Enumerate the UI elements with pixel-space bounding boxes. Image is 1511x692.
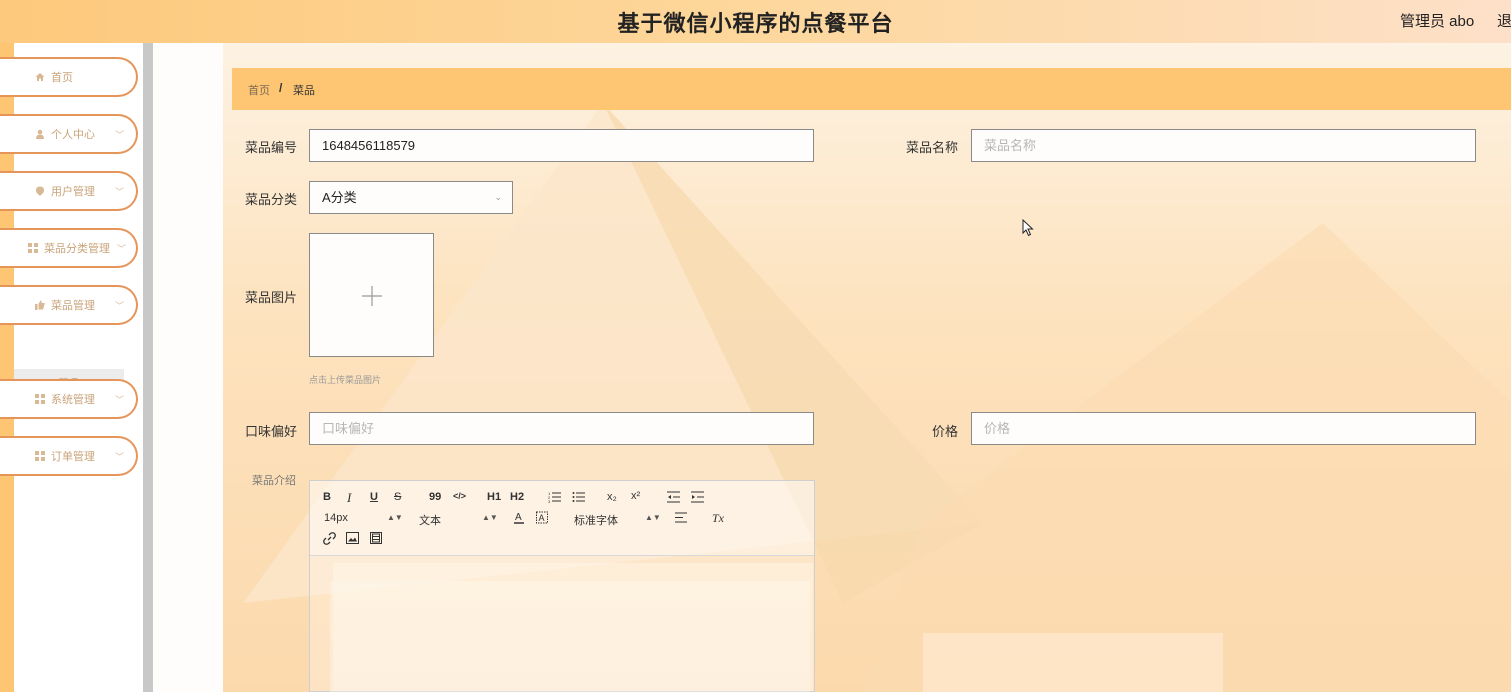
h2-button[interactable]: H2 — [510, 491, 524, 503]
dish-category-select[interactable]: A分类 ⌄ — [309, 181, 513, 214]
chevron-down-icon: ﹀ — [114, 187, 124, 197]
intro-label: 菜品介绍 — [252, 475, 296, 487]
svg-text:A: A — [539, 513, 545, 523]
dish-name-label: 菜品名称 — [906, 140, 959, 155]
price-input[interactable] — [971, 412, 1476, 445]
svg-text:3: 3 — [548, 499, 551, 503]
dish-name-input[interactable] — [971, 129, 1476, 162]
chevron-down-icon: ﹀ — [114, 452, 124, 462]
clear-format-button[interactable]: Tx — [712, 511, 724, 526]
link-icon[interactable] — [323, 532, 336, 545]
sidebar-item-label: 订单管理 — [51, 451, 95, 463]
admin-user-label[interactable]: 管理员 abo — [1400, 10, 1474, 31]
breadcrumb-separator: / — [279, 81, 283, 95]
h1-button[interactable]: H1 — [487, 491, 501, 503]
grid-icon — [35, 394, 45, 404]
italic-button[interactable]: I — [347, 490, 351, 506]
chevron-updown-icon: ▲▼ — [482, 513, 498, 522]
dish-category-value: A分类 — [322, 190, 357, 205]
home-icon — [35, 72, 45, 82]
sidebar-item-personal-center[interactable]: 个人中心 ﹀ — [0, 114, 138, 154]
breadcrumb-home-link[interactable]: 首页 — [248, 82, 270, 98]
blockquote-button[interactable]: 99 — [429, 491, 441, 503]
video-icon[interactable] — [370, 532, 382, 544]
sidebar-scrollbar[interactable] — [143, 43, 153, 692]
plus-icon — [362, 286, 382, 306]
chevron-down-icon: ﹀ — [114, 301, 124, 311]
chevron-updown-icon: ▲▼ — [387, 513, 403, 522]
sidebar-item-user-management[interactable]: 用户管理 ﹀ — [0, 171, 138, 211]
sidebar-item-label: 菜品管理 — [51, 300, 95, 312]
underline-button[interactable]: U — [370, 491, 378, 503]
breadcrumb-current: 菜品 — [293, 85, 315, 97]
dish-code-label: 菜品编号 — [245, 140, 298, 155]
taste-input[interactable] — [309, 412, 814, 445]
background-color-icon[interactable]: A — [536, 511, 548, 524]
content-gutter — [153, 43, 223, 692]
editor-toolbar: B I U S 99 </> H1 H2 123 x₂ x² 14px ▲▼ 文… — [310, 481, 814, 556]
app-title: 基于微信小程序的点餐平台 — [617, 11, 894, 36]
outdent-icon[interactable] — [667, 491, 681, 503]
sidebar-item-label: 系统管理 — [51, 394, 95, 406]
grid-icon — [35, 451, 45, 461]
strike-button[interactable]: S — [394, 491, 401, 503]
chevron-updown-icon: ▲▼ — [645, 513, 661, 522]
price-label: 价格 — [932, 424, 959, 439]
font-size-select[interactable]: 14px — [324, 512, 348, 524]
superscript-button[interactable]: x² — [631, 490, 640, 502]
mouse-cursor-icon — [1022, 219, 1034, 237]
svg-text:A: A — [515, 512, 522, 523]
editor-content-area[interactable] — [330, 581, 810, 692]
sidebar-item-label: 个人中心 — [51, 129, 95, 141]
sidebar-item-order-management[interactable]: 订单管理 ﹀ — [0, 436, 138, 476]
text-type-select[interactable]: 文本 — [419, 512, 441, 528]
map-pin-icon — [35, 186, 45, 196]
sidebar-item-label: 菜品分类管理 — [44, 243, 110, 255]
rich-text-editor: B I U S 99 </> H1 H2 123 x₂ x² 14px ▲▼ 文… — [309, 480, 815, 692]
font-color-icon[interactable]: A — [513, 511, 525, 524]
chevron-down-icon: ⌄ — [494, 192, 502, 202]
breadcrumb: 首页 / 菜品 — [232, 68, 1511, 110]
dish-code-input[interactable] — [309, 129, 814, 162]
font-family-select[interactable]: 标准字体 — [574, 512, 618, 528]
bullet-list-icon[interactable] — [572, 491, 586, 503]
dish-category-label: 菜品分类 — [245, 192, 298, 207]
image-upload-box[interactable] — [309, 233, 434, 357]
chevron-down-icon: ﹀ — [114, 395, 124, 405]
grid-icon — [28, 243, 38, 253]
dish-image-label: 菜品图片 — [245, 290, 298, 305]
align-left-icon[interactable] — [675, 512, 688, 523]
sidebar-item-label: 首页 — [51, 72, 73, 84]
sidebar-item-system-management[interactable]: 系统管理 ﹀ — [0, 379, 138, 419]
chevron-down-icon: ﹀ — [114, 130, 124, 140]
code-block-button[interactable]: </> — [453, 491, 466, 501]
indent-icon[interactable] — [691, 491, 705, 503]
sidebar-item-home[interactable]: 首页 — [0, 57, 138, 97]
sidebar-item-dish-management[interactable]: 菜品管理 ﹀ — [0, 285, 138, 325]
main-content: 首页 / 菜品 菜品编号 菜品名称 菜品分类 A分类 ⌄ 菜品图片 点击上传菜品… — [223, 43, 1511, 692]
image-icon[interactable] — [346, 532, 359, 544]
user-icon — [35, 129, 45, 139]
taste-label: 口味偏好 — [245, 424, 298, 439]
subscript-button[interactable]: x₂ — [607, 491, 617, 503]
sidebar-item-category-management[interactable]: 菜品分类管理 ﹀ — [0, 228, 138, 268]
top-header: 基于微信小程序的点餐平台 管理员 abo 退 — [0, 0, 1511, 43]
chevron-down-icon: ﹀ — [116, 244, 126, 254]
bold-button[interactable]: B — [323, 491, 331, 503]
sidebar-item-label: 用户管理 — [51, 186, 95, 198]
thumb-icon — [35, 300, 45, 310]
ordered-list-icon[interactable]: 123 — [548, 491, 562, 503]
sidebar: 首页 个人中心 ﹀ 用户管理 ﹀ 菜品分类管理 ﹀ 菜品管理 ﹀ 菜品 系统管理… — [0, 43, 143, 692]
logout-link[interactable]: 退 — [1497, 10, 1511, 31]
image-upload-hint: 点击上传菜品图片 — [309, 375, 382, 385]
